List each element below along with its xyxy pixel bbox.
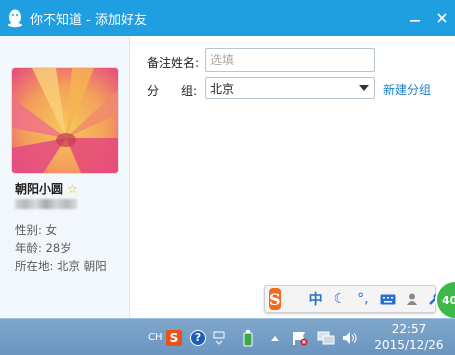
star-icon: ☆: [67, 181, 78, 196]
blurred-qq-number: [15, 199, 77, 209]
location-info: 所在地: 北京 朝阳: [15, 259, 107, 273]
ime-toolbar: S 中 ☾ °,: [264, 285, 440, 313]
group-select[interactable]: 北京: [205, 77, 375, 99]
taskbar: CH S ? 22:57 2015/12/26: [0, 318, 455, 355]
keyboard-icon[interactable]: [380, 294, 396, 305]
nickname: 朝阳小圆: [15, 182, 64, 196]
ime-chinese-mode[interactable]: 中: [309, 289, 323, 309]
group-label: 分组:: [147, 84, 198, 98]
group-selected-value: 北京: [210, 81, 235, 96]
volume-icon[interactable]: [342, 319, 358, 355]
qq-penguin-icon: [8, 9, 22, 28]
system-clock[interactable]: 22:57 2015/12/26: [366, 321, 452, 353]
user-icon[interactable]: [406, 293, 417, 305]
keyboard-options-icon[interactable]: [213, 319, 225, 355]
language-indicator[interactable]: CH: [148, 319, 163, 355]
avatar: [11, 67, 119, 174]
dropdown-arrow-icon: [359, 85, 369, 91]
clock-date: 2015/12/26: [374, 338, 444, 352]
gender-info: 性别: 女: [15, 223, 58, 237]
age-info: 年龄: 28岁: [15, 241, 72, 255]
window-title: 你不知道 - 添加好友: [30, 12, 147, 28]
minimize-icon: [410, 20, 420, 22]
title-bar: 你不知道 - 添加好友: [0, 0, 455, 36]
usb-device-icon[interactable]: [242, 319, 254, 355]
profile-panel: 朝阳小圆 ☆ 性别: 女 年龄: 28岁 所在地: 北京 朝阳: [0, 36, 130, 318]
help-icon[interactable]: ?: [190, 319, 206, 355]
minimize-button[interactable]: [405, 8, 425, 28]
remark-name-input[interactable]: [205, 48, 375, 72]
moon-icon[interactable]: ☾: [334, 291, 347, 307]
flower-avatar-image: [12, 68, 118, 173]
close-button[interactable]: [432, 8, 452, 28]
sogou-tray-icon[interactable]: S: [166, 319, 182, 355]
action-center-flag-icon[interactable]: [292, 319, 308, 355]
sogou-logo-icon[interactable]: S: [269, 288, 281, 310]
dialog-content: 朝阳小圆 ☆ 性别: 女 年龄: 28岁 所在地: 北京 朝阳 备注姓名: 分组…: [0, 36, 455, 318]
close-icon: [437, 13, 447, 23]
remark-label: 备注姓名:: [147, 56, 200, 70]
nickname-row: 朝阳小圆 ☆: [15, 180, 78, 197]
show-hidden-icons-arrow[interactable]: [270, 319, 280, 355]
punctuation-icon[interactable]: °,: [357, 291, 368, 307]
new-group-link[interactable]: 新建分组: [383, 81, 431, 98]
network-icon[interactable]: [317, 319, 335, 355]
clock-time: 22:57: [391, 322, 427, 336]
